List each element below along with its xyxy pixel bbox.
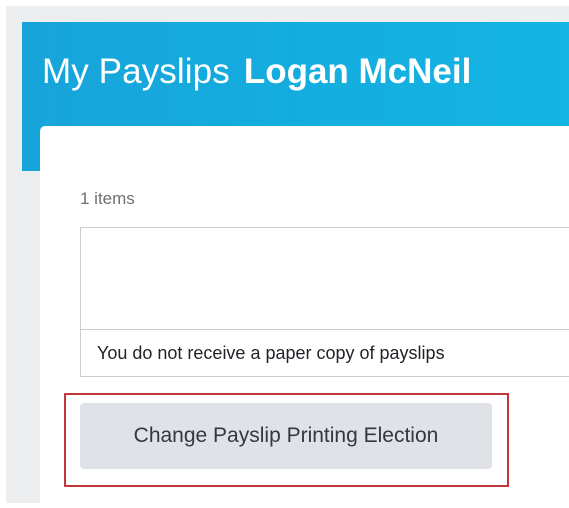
table-row: You do not receive a paper copy of paysl…	[81, 330, 569, 377]
payslips-table: You do not receive a paper copy of paysl…	[80, 227, 569, 377]
page-title: My Payslips	[42, 52, 230, 91]
page-frame: My Payslips Logan McNeil 1 items You do n…	[6, 6, 569, 503]
worker-name[interactable]: Logan McNeil	[244, 52, 472, 91]
table-header	[81, 228, 569, 330]
table-cell: You do not receive a paper copy of paysl…	[97, 343, 445, 363]
items-count: 1 items	[80, 189, 135, 208]
page-title-row: My Payslips Logan McNeil	[42, 52, 471, 92]
change-payslip-printing-election-button[interactable]: Change Payslip Printing Election	[80, 403, 492, 469]
